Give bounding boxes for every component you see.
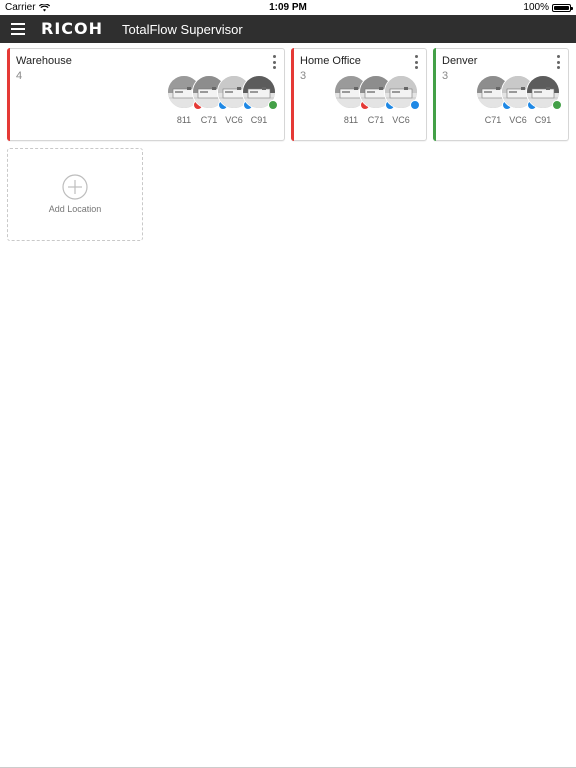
add-location-button[interactable]: Add Location — [7, 148, 143, 241]
more-options-icon[interactable] — [414, 55, 418, 69]
device-label: C91 — [250, 115, 268, 125]
device-item[interactable]: C91 — [526, 75, 562, 131]
battery-icon — [552, 3, 573, 12]
location-status-bar — [291, 48, 294, 141]
location-card[interactable]: Denver 3 C71 VC6 C91 — [433, 48, 569, 141]
device-item[interactable]: VC6 — [384, 75, 420, 131]
status-dot-icon — [410, 100, 420, 110]
more-options-icon[interactable] — [272, 55, 276, 69]
battery-percent: 100% — [523, 2, 549, 13]
location-name: Denver — [442, 55, 478, 67]
device-group: 811 C71 VC6 — [334, 75, 420, 131]
device-count: 4 — [16, 70, 23, 82]
status-bar: Carrier 1:09 PM 100% — [0, 0, 576, 15]
location-name: Warehouse — [16, 55, 72, 67]
status-dot-icon — [552, 100, 562, 110]
location-card[interactable]: Home Office 3 811 C71 VC6 — [291, 48, 427, 141]
more-options-icon[interactable] — [556, 55, 560, 69]
location-status-bar — [7, 48, 10, 141]
device-count: 3 — [442, 70, 449, 82]
device-group: 811 C71 VC6 C91 — [167, 75, 278, 131]
ricoh-logo: RICOH — [41, 19, 104, 38]
app-header: RICOH TotalFlow Supervisor — [0, 15, 576, 43]
device-group: C71 VC6 C91 — [476, 75, 562, 131]
location-card[interactable]: Warehouse 4 811 C71 VC6 C91 — [7, 48, 285, 141]
device-label: VC6 — [392, 115, 410, 125]
status-dot-icon — [268, 100, 278, 110]
location-name: Home Office — [300, 55, 361, 67]
clock: 1:09 PM — [269, 2, 307, 13]
add-location-label: Add Location — [48, 204, 102, 214]
location-status-bar — [433, 48, 436, 141]
hamburger-menu-icon[interactable] — [11, 23, 25, 35]
device-label: C91 — [534, 115, 552, 125]
plus-circle-icon — [62, 174, 88, 200]
app-title: TotalFlow Supervisor — [122, 22, 243, 37]
device-item[interactable]: C91 — [242, 75, 278, 131]
device-count: 3 — [300, 70, 307, 82]
